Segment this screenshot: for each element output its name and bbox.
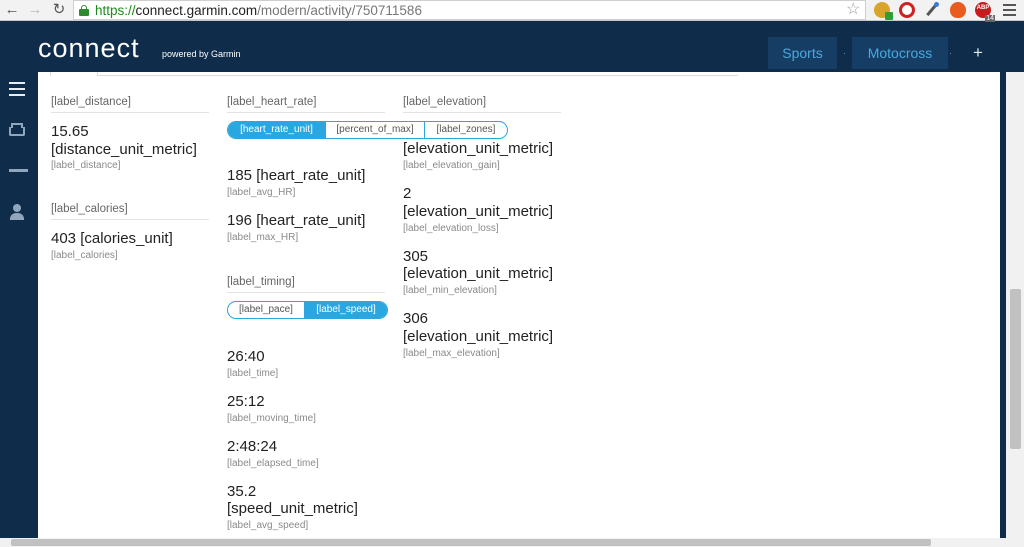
min-elevation-value: 305 [403, 248, 429, 265]
max-hr-value: 196 [heart_rate_unit] [227, 212, 366, 229]
menu-icon[interactable] [9, 82, 27, 98]
calories-value: 403 [calories_unit] [51, 230, 173, 247]
avg-hr-label: [label_avg_HR] [227, 187, 296, 198]
elevation-loss-value: 2 [403, 185, 412, 202]
max-elevation-unit: [elevation_unit_metric] [403, 328, 554, 345]
max-elevation-label: [label_max_elevation] [403, 348, 500, 359]
divider [227, 112, 385, 113]
timing-toggle: [label_pace] [label_speed] [227, 301, 388, 319]
divider [51, 112, 209, 113]
adblock-icon[interactable]: ABP 14 [975, 2, 995, 22]
forward-arrow-icon[interactable]: → [26, 1, 44, 19]
extension-opera-icon[interactable] [899, 2, 915, 18]
extension-coin-icon[interactable] [874, 2, 893, 20]
heart-rate-toggle: [heart_rate_unit] [percent_of_max] [labe… [227, 121, 508, 139]
speed-option[interactable]: [label_speed] [305, 302, 387, 318]
address-bar[interactable]: https://connect.garmin.com/modern/activi… [73, 0, 866, 20]
avg-speed-unit: [speed_unit_metric] [227, 500, 358, 517]
vertical-scroll-thumb[interactable] [1010, 289, 1021, 449]
back-arrow-icon[interactable]: ← [3, 1, 21, 19]
divider [403, 112, 561, 113]
horizontal-scrollbar[interactable] [0, 538, 1024, 547]
avg-speed-label: [label_avg_speed] [227, 520, 309, 531]
pace-option[interactable]: [label_pace] [228, 302, 305, 318]
elevation-gain-unit: [elevation_unit_metric] [403, 140, 554, 157]
heart-rate-heading: [label_heart_rate] [227, 96, 317, 108]
shoes-icon[interactable]: ▬▬ [9, 164, 28, 180]
calories-heading: [label_calories] [51, 203, 128, 215]
divider [227, 292, 385, 293]
distance-value: 15.65 [distance_unit_metric] [51, 123, 197, 158]
reload-icon[interactable]: ↻ [50, 1, 68, 19]
elevation-gain-label: [label_elevation_gain] [403, 160, 500, 171]
max-elevation-value: 306 [403, 310, 429, 327]
horizontal-scroll-thumb[interactable] [11, 539, 931, 546]
tab-separator: · [949, 48, 952, 58]
min-elevation-unit: [elevation_unit_metric] [403, 265, 554, 282]
divider [51, 219, 209, 220]
elevation-loss-unit: [elevation_unit_metric] [403, 203, 554, 220]
timing-heading: [label_timing] [227, 276, 295, 288]
tab-separator: · [843, 48, 846, 58]
hr-unit-option[interactable]: [heart_rate_unit] [228, 122, 326, 138]
zones-option[interactable]: [label_zones] [425, 122, 507, 138]
url-text: https://connect.garmin.com/modern/activi… [95, 3, 422, 18]
powered-by-text: powered by Garmin [162, 49, 241, 59]
elevation-loss-label: [label_elevation_loss] [403, 223, 499, 234]
lock-icon [79, 5, 89, 16]
elapsed-time-label: [label_elapsed_time] [227, 458, 319, 469]
time-label: [label_time] [227, 368, 279, 379]
bookmark-star-icon[interactable]: ☆ [846, 0, 860, 20]
moving-time-label: [label_moving_time] [227, 413, 316, 424]
elevation-heading: [label_elevation] [403, 96, 487, 108]
tab-outline [50, 72, 98, 76]
extension-flame-icon[interactable] [950, 2, 966, 18]
distance-heading: [label_distance] [51, 96, 131, 108]
tab-motocross[interactable]: Motocross [852, 37, 948, 69]
elapsed-time-value: 2:48:24 [227, 438, 278, 455]
min-elevation-label: [label_min_elevation] [403, 285, 497, 296]
vertical-scrollbar[interactable] [1006, 72, 1024, 538]
max-hr-label: [label_max_HR] [227, 232, 299, 243]
inbox-icon[interactable] [9, 122, 27, 138]
activity-stats-panel: [label_distance] 15.65 [distance_unit_me… [38, 72, 1000, 538]
add-tab-button[interactable]: + [966, 37, 990, 69]
user-icon[interactable] [9, 204, 27, 220]
distance-sublabel: [label_distance] [51, 160, 121, 171]
tab-sports[interactable]: Sports [768, 37, 837, 69]
time-value: 26:40 [227, 348, 265, 365]
calories-sublabel: [label_calories] [51, 250, 118, 261]
connect-logo[interactable]: connect [38, 33, 140, 64]
extension-eyedropper-icon[interactable] [925, 1, 939, 17]
left-sidebar: ▬▬ [0, 72, 38, 538]
moving-time-value: 25:12 [227, 393, 265, 410]
browser-menu-icon[interactable] [1003, 4, 1016, 16]
avg-speed-value: 35.2 [227, 483, 257, 500]
browser-toolbar: ← → ↻ https://connect.garmin.com/modern/… [0, 0, 1024, 22]
avg-hr-value: 185 [heart_rate_unit] [227, 167, 366, 184]
app-header: connect powered by Garmin Sports · Motoc… [0, 22, 1024, 72]
divider [98, 75, 738, 76]
percent-of-max-option[interactable]: [percent_of_max] [326, 122, 425, 138]
